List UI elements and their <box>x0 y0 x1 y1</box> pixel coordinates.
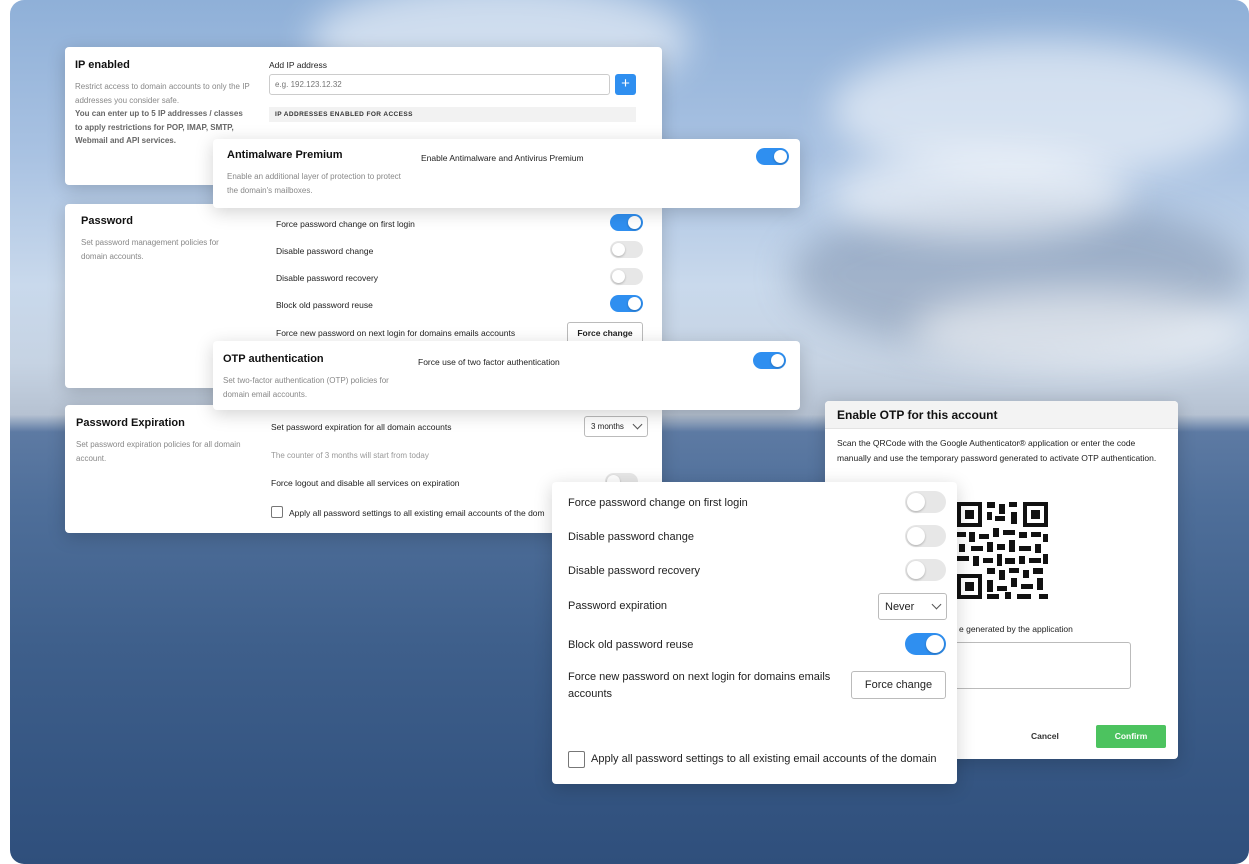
front-block-reuse-toggle[interactable] <box>905 633 946 655</box>
force-first-login-toggle[interactable] <box>610 214 643 231</box>
front-row-first-login-label: Force password change on first login <box>568 497 748 509</box>
password-card-description: Set password management policies for dom… <box>81 238 219 261</box>
expiration-card-description: Set password expiration policies for all… <box>76 440 241 463</box>
front-block-reuse-label: Block old password reuse <box>568 639 694 651</box>
front-row-disable-change-label: Disable password change <box>568 531 694 543</box>
disable-recovery-toggle[interactable] <box>610 268 643 285</box>
ip-list-header: IP ADDRESSES ENABLED FOR ACCESS <box>269 107 636 122</box>
otp-authentication-card: OTP authentication Set two-factor authen… <box>213 341 800 410</box>
otp-toggle-label: Force use of two factor authentication <box>418 357 560 367</box>
add-ip-label: Add IP address <box>269 60 327 70</box>
force-logout-label: Force logout and disable all services on… <box>271 478 460 488</box>
cancel-button[interactable]: Cancel <box>1031 731 1059 741</box>
otp-modal-description: Scan the QRCode with the Google Authenti… <box>837 438 1157 463</box>
front-force-change-button[interactable]: Force change <box>851 671 946 699</box>
block-reuse-toggle[interactable] <box>610 295 643 312</box>
otp-card-title: OTP authentication <box>223 353 324 365</box>
ip-card-description: Restrict access to domain accounts to on… <box>75 82 250 145</box>
row-disable-change-label: Disable password change <box>276 246 374 256</box>
disable-change-toggle[interactable] <box>610 241 643 258</box>
front-row-disable-recovery-label: Disable password recovery <box>568 565 701 577</box>
otp-code-label: e generated by the application <box>959 624 1073 634</box>
ip-address-input[interactable] <box>269 74 610 95</box>
password-card-title: Password <box>81 215 133 227</box>
set-expiration-label: Set password expiration for all domain a… <box>271 422 452 432</box>
front-apply-all-checkbox[interactable] <box>568 751 585 768</box>
otp-card-description: Set two-factor authentication (OTP) poli… <box>223 376 389 399</box>
chevron-down-icon <box>931 599 942 610</box>
row-force-first-login-label: Force password change on first login <box>276 219 415 229</box>
front-expiration-label: Password expiration <box>568 600 668 612</box>
antimalware-toggle-label: Enable Antimalware and Antivirus Premium <box>421 153 584 163</box>
apply-all-checkbox[interactable] <box>271 506 283 518</box>
expiration-counter-text: The counter of 3 months will start from … <box>271 451 429 460</box>
otp-modal-title: Enable OTP for this account <box>837 408 998 422</box>
force-otp-toggle[interactable] <box>753 352 786 369</box>
antimalware-card: Antimalware Premium Enable an additional… <box>213 139 800 208</box>
front-expiration-select[interactable]: Never <box>878 593 947 620</box>
expiration-card-title: Password Expiration <box>76 417 185 429</box>
apply-all-label: Apply all password settings to all exist… <box>289 508 545 518</box>
account-password-panel: Force password change on first login Dis… <box>552 482 957 784</box>
front-apply-all-label: Apply all password settings to all exist… <box>591 753 937 765</box>
confirm-button[interactable]: Confirm <box>1096 725 1166 748</box>
front-force-new-password-label: Force new password on next login for dom… <box>568 671 831 700</box>
front-disable-change-toggle[interactable] <box>905 525 946 547</box>
qr-code-image <box>957 502 1048 599</box>
front-disable-recovery-toggle[interactable] <box>905 559 946 581</box>
add-ip-button[interactable]: + <box>615 74 636 95</box>
front-expiration-select-value: Never <box>885 600 915 613</box>
antimalware-title: Antimalware Premium <box>227 149 343 161</box>
force-new-password-label: Force new password on next login for dom… <box>276 328 516 338</box>
expiration-select-value: 3 months <box>591 422 624 431</box>
otp-modal-header: Enable OTP for this account <box>825 401 1178 429</box>
antimalware-toggle[interactable] <box>756 148 789 165</box>
front-first-login-toggle[interactable] <box>905 491 946 513</box>
ip-card-title: IP enabled <box>75 59 130 71</box>
antimalware-description: Enable an additional layer of protection… <box>227 172 401 195</box>
row-disable-recovery-label: Disable password recovery <box>276 273 379 283</box>
expiration-select[interactable]: 3 months <box>584 416 648 437</box>
chevron-down-icon <box>632 419 643 430</box>
row-block-reuse-label: Block old password reuse <box>276 300 373 310</box>
